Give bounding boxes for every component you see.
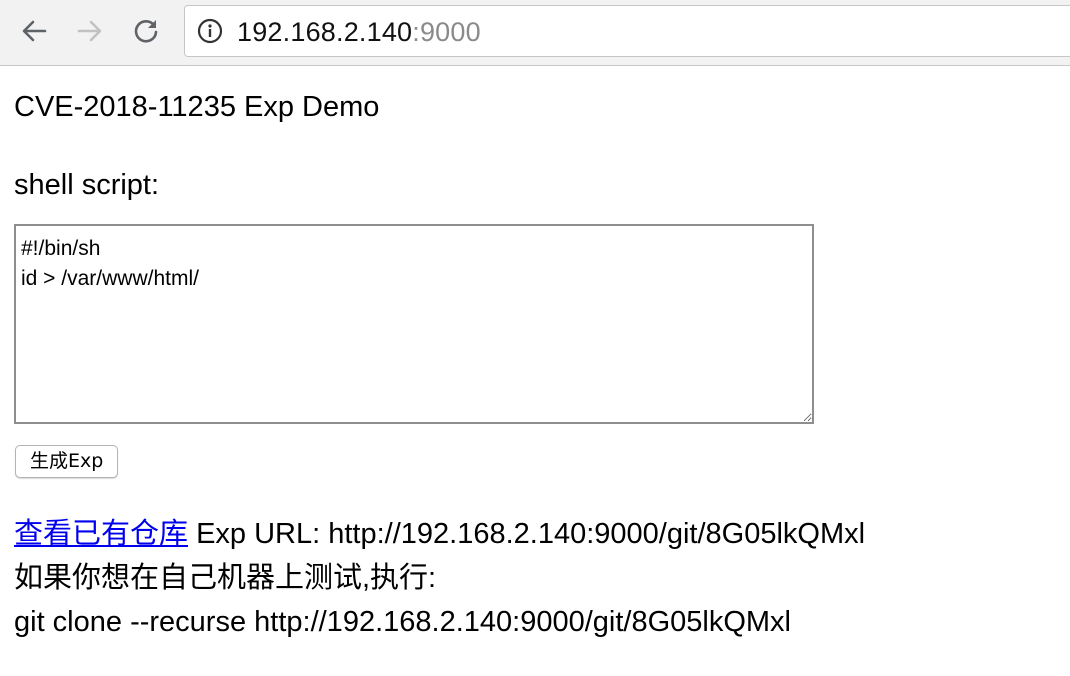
address-bar[interactable]: 192.168.2.140:9000 [184, 5, 1070, 57]
arrow-left-icon [22, 20, 47, 42]
shell-script-input[interactable]: #!/bin/sh id > /var/www/html/ [14, 224, 814, 424]
browser-toolbar: 192.168.2.140:9000 [0, 0, 1070, 66]
exp-url-row: 查看已有仓库 Exp URL: http://192.168.2.140:900… [14, 512, 865, 556]
local-test-hint: 如果你想在自己机器上测试,执行: [14, 562, 437, 594]
exp-url-text: Exp URL: http://192.168.2.140:9000/git/8… [188, 518, 866, 550]
url-text[interactable]: 192.168.2.140:9000 [237, 17, 481, 47]
result-section: 查看已有仓库 Exp URL: http://192.168.2.140:900… [14, 512, 865, 644]
page-title: CVE-2018-11235 Exp Demo [14, 91, 380, 123]
reload-button[interactable] [129, 14, 163, 48]
clone-command: git clone --recurse http://192.168.2.140… [14, 606, 791, 638]
generate-exp-button[interactable]: 生成Exp [15, 445, 119, 478]
script-label: shell script: [14, 169, 160, 201]
arrow-right-icon [77, 20, 102, 42]
back-button[interactable] [17, 14, 51, 48]
view-repos-link[interactable]: 查看已有仓库 [14, 518, 188, 550]
url-host: 192.168.2.140 [237, 17, 413, 47]
reload-icon [134, 20, 158, 43]
page-content: CVE-2018-11235 Exp Demo shell script: #!… [0, 67, 1070, 676]
info-icon[interactable] [197, 18, 223, 44]
url-port: :9000 [412, 17, 481, 47]
forward-button[interactable] [73, 14, 107, 48]
